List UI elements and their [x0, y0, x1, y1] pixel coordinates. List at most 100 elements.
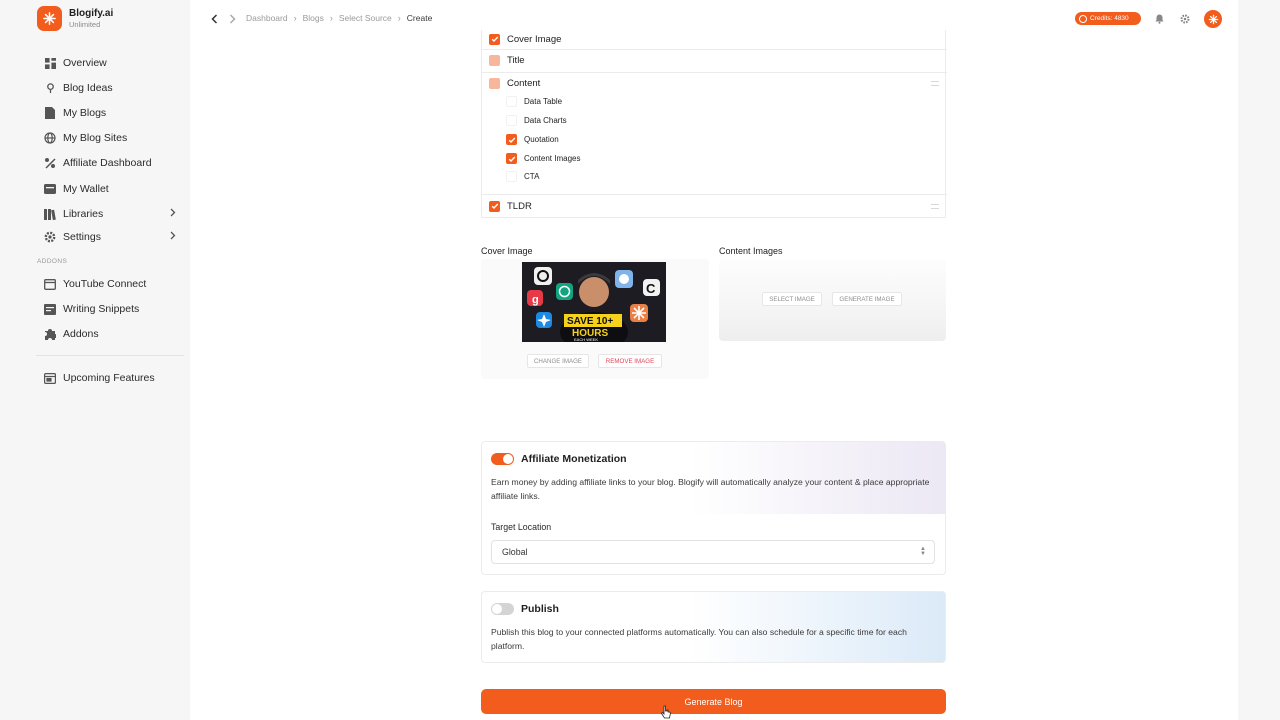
publish-title: Publish [521, 603, 559, 615]
sidebar-item-label: My Wallet [63, 183, 109, 195]
sidebar-item-affiliate-dashboard[interactable]: Affiliate Dashboard [44, 154, 180, 172]
sidebar-item-label: My Blog Sites [63, 132, 128, 144]
library-icon [44, 208, 56, 220]
affiliate-icon [44, 157, 56, 169]
generate-image-button[interactable]: GENERATE IMAGE [832, 292, 902, 306]
chevron-right-icon [170, 231, 176, 243]
breadcrumb-dashboard[interactable]: Dashboard [246, 13, 288, 23]
sidebar-item-my-wallet[interactable]: My Wallet [44, 180, 180, 198]
sidebar-item-youtube-connect[interactable]: YouTube Connect [44, 275, 180, 293]
target-location-select[interactable]: Global ▲ ▼ [491, 540, 935, 564]
structure-label: TLDR [507, 200, 532, 212]
structure-row-cover-image[interactable]: Cover Image [482, 32, 947, 46]
drag-handle-icon[interactable] [931, 204, 939, 209]
content-item-quotation[interactable]: Quotation [506, 134, 559, 145]
calendar-icon [44, 372, 56, 384]
select-caret-icon: ▲ ▼ [920, 546, 926, 557]
target-location-value: Global [502, 547, 528, 557]
forward-arrow-icon[interactable] [225, 12, 239, 26]
right-gutter [1238, 0, 1280, 720]
breadcrumb-select-source[interactable]: Select Source [339, 13, 392, 23]
checkbox-unchecked-icon[interactable] [506, 171, 517, 182]
plan-label: Unlimited [69, 19, 101, 29]
history-nav [207, 12, 243, 26]
checkbox-checked-icon[interactable] [506, 153, 517, 164]
checkbox-checked-icon[interactable] [489, 200, 500, 212]
content-images-label: Content Images [719, 246, 783, 256]
sidebar-item-label: Settings [63, 231, 101, 243]
select-image-button[interactable]: SELECT IMAGE [762, 292, 822, 306]
content-item-content-images[interactable]: Content Images [506, 153, 580, 164]
svg-text:C: C [646, 281, 656, 296]
row-divider [482, 194, 947, 195]
structure-row-tldr[interactable]: TLDR [482, 199, 947, 213]
content-item-data-charts[interactable]: Data Charts [506, 115, 567, 126]
credits-badge[interactable]: Credits: 4830 [1075, 12, 1141, 25]
sidebar-item-writing-snippets[interactable]: Writing Snippets [44, 300, 180, 318]
blogify-logo-icon [37, 6, 62, 31]
breadcrumb-separator-icon: › [397, 13, 401, 23]
content-item-data-table[interactable]: Data Table [506, 96, 562, 107]
structure-row-title[interactable]: Title [482, 53, 947, 67]
content-item-label: Data Charts [524, 116, 567, 125]
sidebar-item-libraries[interactable]: Libraries [44, 205, 180, 223]
structure-label: Content [507, 77, 541, 89]
publish-toggle[interactable] [491, 603, 514, 615]
sidebar-item-blog-ideas[interactable]: Blog Ideas [44, 79, 180, 97]
grid-icon [44, 57, 56, 69]
row-divider [482, 49, 947, 50]
structure-label: Title [507, 54, 525, 66]
affiliate-toggle[interactable] [491, 453, 514, 465]
sidebar-item-settings[interactable]: Settings [44, 228, 180, 246]
cover-image-label: Cover Image [481, 246, 533, 256]
sidebar-item-label: Writing Snippets [63, 303, 140, 315]
breadcrumb-blogs[interactable]: Blogs [303, 13, 324, 23]
toggle-knob [492, 604, 502, 614]
content-item-label: CTA [524, 172, 540, 181]
sidebar-item-label: Addons [63, 328, 99, 340]
checkbox-locked-icon [489, 77, 500, 89]
checkbox-unchecked-icon[interactable] [506, 115, 517, 126]
affiliate-title: Affiliate Monetization [521, 453, 627, 465]
back-arrow-icon[interactable] [207, 12, 221, 26]
toggle-knob [503, 454, 513, 464]
checkbox-checked-icon[interactable] [506, 134, 517, 145]
remove-image-button[interactable]: REMOVE IMAGE [598, 354, 662, 368]
structure-row-content[interactable]: Content [482, 76, 947, 90]
avatar[interactable] [1204, 10, 1222, 28]
breadcrumb-create: Create [406, 13, 433, 23]
sidebar-item-addons[interactable]: Addons [44, 325, 180, 343]
sidebar-item-overview[interactable]: Overview [44, 54, 180, 72]
sidebar-item-label: Blog Ideas [63, 82, 113, 94]
drag-handle-icon[interactable] [931, 81, 939, 86]
cover-image-thumbnail: g C SAVE 10+ HOURS EACH WEEK [522, 262, 666, 342]
credits-label: Credits: 4830 [1090, 15, 1129, 22]
youtube-icon [44, 278, 56, 290]
target-location-label: Target Location [491, 522, 552, 532]
thumbnail-text-save: SAVE 10+ [567, 316, 613, 327]
sidebar-item-label: Affiliate Dashboard [63, 157, 152, 169]
content-item-cta[interactable]: CTA [506, 171, 539, 182]
checkbox-checked-icon[interactable] [489, 33, 500, 45]
bell-icon[interactable] [1152, 12, 1166, 26]
sidebar-item-my-blogs[interactable]: My Blogs [44, 104, 180, 122]
wallet-icon [44, 183, 56, 195]
brand[interactable]: Blogify.ai Unlimited [37, 6, 113, 31]
checkbox-locked-icon [489, 54, 500, 66]
puzzle-icon [44, 328, 56, 340]
sidebar-item-my-blog-sites[interactable]: My Blog Sites [44, 129, 180, 147]
breadcrumb: Dashboard › Blogs › Select Source › Crea… [246, 13, 432, 23]
sidebar-item-upcoming-features[interactable]: Upcoming Features [44, 369, 180, 387]
content-item-label: Data Table [524, 97, 563, 106]
content-item-label: Quotation [524, 135, 559, 144]
breadcrumb-separator-icon: › [329, 13, 333, 23]
checkbox-unchecked-icon[interactable] [506, 96, 517, 107]
blog-structure-list: Cover Image Title Content Data Table Dat… [481, 30, 947, 218]
coin-icon [1079, 14, 1087, 23]
lightbulb-icon [44, 82, 56, 94]
change-image-button[interactable]: CHANGE IMAGE [527, 354, 589, 368]
sidebar-item-label: Upcoming Features [63, 372, 155, 384]
settings-gear-icon[interactable] [1178, 12, 1192, 26]
generate-blog-button[interactable]: Generate Blog [481, 689, 946, 714]
sidebar-item-label: Overview [63, 57, 107, 69]
